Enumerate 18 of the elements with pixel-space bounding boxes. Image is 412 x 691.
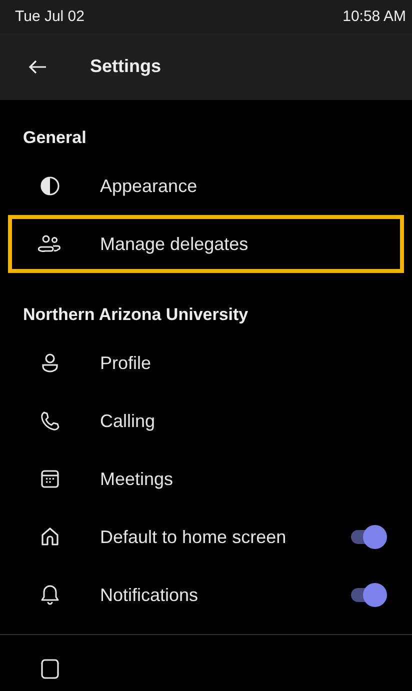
highlighted-settings-item[interactable]: Manage delegates bbox=[8, 215, 404, 273]
calendar-icon bbox=[38, 467, 62, 491]
settings-item[interactable]: Notifications bbox=[8, 566, 404, 624]
contrast-icon bbox=[38, 174, 62, 198]
status-time: 10:58 AM bbox=[342, 8, 406, 25]
settings-item[interactable]: Appearance bbox=[8, 157, 404, 215]
toggle-switch[interactable] bbox=[349, 524, 387, 550]
device-icon bbox=[38, 657, 62, 681]
status-date: Tue Jul 02 bbox=[15, 8, 84, 25]
section-heading: General bbox=[22, 127, 88, 149]
settings-item[interactable]: Calling bbox=[8, 392, 404, 450]
phone-icon bbox=[38, 409, 62, 433]
header-title: Settings bbox=[90, 56, 162, 77]
settings-item[interactable]: Meetings bbox=[8, 450, 404, 508]
section-heading: Northern Arizona University bbox=[22, 304, 250, 326]
settings-item[interactable]: Default to home screen bbox=[8, 508, 404, 566]
settings-item[interactable]: Profile bbox=[8, 334, 404, 392]
toggle-switch[interactable] bbox=[349, 582, 387, 608]
